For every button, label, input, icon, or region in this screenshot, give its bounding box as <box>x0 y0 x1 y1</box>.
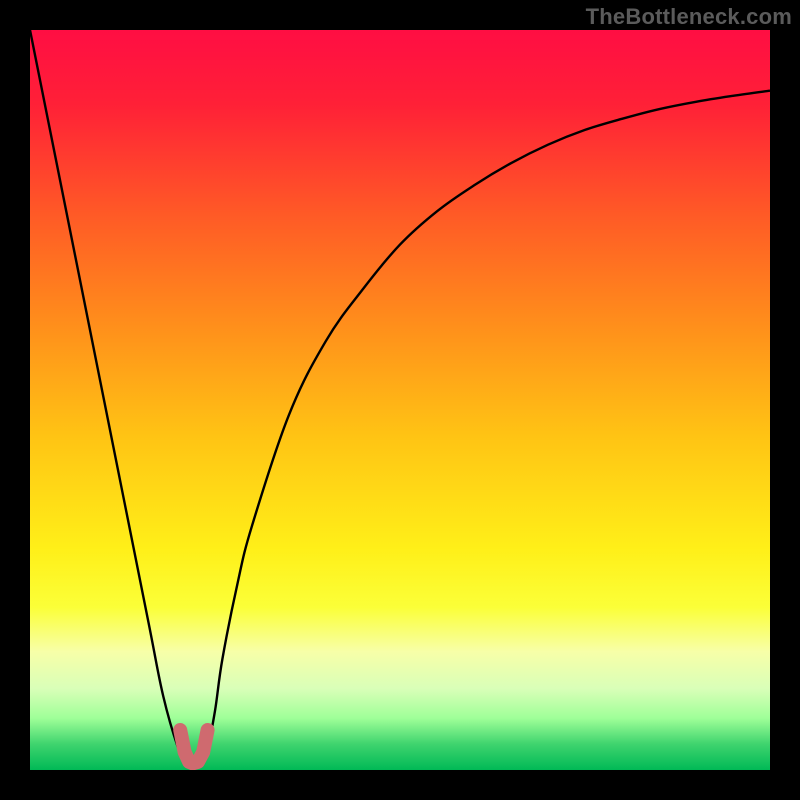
chart-svg <box>30 30 770 770</box>
gradient-background <box>30 30 770 770</box>
watermark-text: TheBottleneck.com <box>586 4 792 30</box>
plot-area <box>30 30 770 770</box>
chart-frame: TheBottleneck.com <box>0 0 800 800</box>
